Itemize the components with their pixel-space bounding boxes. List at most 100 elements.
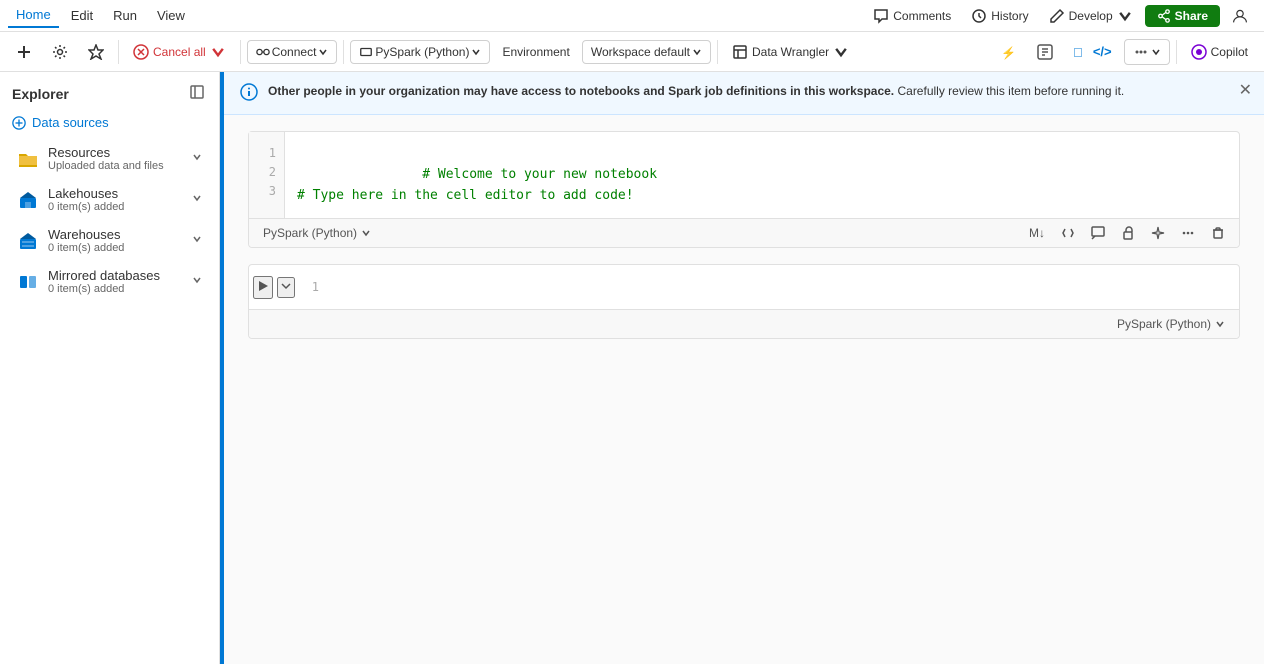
sidebar-item-resources[interactable]: Resources Uploaded data and files [4,139,215,178]
more-toolbar-button[interactable] [1124,39,1170,65]
menu-item-view[interactable]: View [149,4,193,27]
editor-area: Other people in your organization may ha… [220,72,1264,664]
resources-name: Resources [48,145,187,160]
pyspark-dropdown-button[interactable]: PySpark (Python) [350,40,490,64]
warehouses-sub: 0 item(s) added [48,242,187,254]
divider-5 [1176,40,1177,64]
cell-1-comment-btn[interactable] [1085,223,1111,243]
cell-2-toolbar: PySpark (Python) [249,309,1239,338]
menu-item-home[interactable]: Home [8,3,59,28]
expand-icon [279,279,293,293]
divider-4 [717,40,718,64]
info-banner-text: Other people in your organization may ha… [268,82,1248,100]
cell-2-run-button[interactable] [253,276,273,299]
chevron-down-dw-icon [833,44,849,60]
resources-chevron [191,151,203,166]
cell-1-md-button[interactable]: M↓ [1023,223,1051,243]
add-icon [16,44,32,60]
run-notebook-button[interactable] [1029,40,1061,64]
sparkle-icon [1151,226,1165,240]
sidebar: Explorer Data sources Resources Uploaded… [0,72,220,664]
vscode-icon:  [1073,44,1089,60]
cell-1-sparkle-btn[interactable] [1145,223,1171,243]
notebook-cell-2: 1 PySpark (Python) [248,264,1240,339]
info-banner-close-button[interactable]: ✕ [1239,80,1252,100]
resources-sub: Uploaded data and files [48,160,187,172]
warehouses-name: Warehouses [48,227,187,242]
spark-button[interactable] [80,40,112,64]
connect-icon [256,45,270,59]
sidebar-title: Explorer [12,86,69,102]
menu-item-run[interactable]: Run [105,4,145,27]
sidebar-item-mirrored[interactable]: Mirrored databases 0 item(s) added [4,262,215,301]
chevron-down-cell1-icon [361,228,371,238]
pencil-icon [1049,8,1065,24]
main-area: Explorer Data sources Resources Uploaded… [0,72,1264,664]
mirrored-chevron [191,274,203,289]
cell-1-code[interactable]: # Welcome to your new notebook # Type he… [285,132,1239,218]
cell-1-bracket-button[interactable] [1055,223,1081,243]
lakehouses-name: Lakehouses [48,186,187,201]
chevron-down-connect-icon [318,47,328,57]
toolbar: Cancel all Connect PySpark (Python) Envi… [0,32,1264,72]
profile-button[interactable] [1224,4,1256,28]
cancel-all-button[interactable]: Cancel all [125,40,234,64]
cell-1-line-numbers: 1 2 3 [249,132,285,218]
data-wrangler-button[interactable]: Data Wrangler [724,40,857,64]
workspace-dropdown-button[interactable]: Workspace default [582,40,711,64]
settings-button[interactable] [44,40,76,64]
add-data-sources-button[interactable]: Data sources [0,111,219,138]
environment-button[interactable]: Environment [494,41,577,63]
mirrored-sub: 0 item(s) added [48,283,187,295]
vscode-button[interactable]:  </> [1065,40,1120,64]
comments-button[interactable]: Comments [865,4,959,28]
more-horiz-icon [1181,226,1195,240]
connect-dropdown-button[interactable]: Connect [247,40,338,64]
history-button[interactable]: History [963,4,1036,28]
menu-item-edit[interactable]: Edit [63,4,101,27]
bracket-icon [1061,226,1075,240]
cell-2-expand-button[interactable] [277,277,295,298]
warehouse-icon [16,229,40,253]
resources-icon [16,147,40,171]
notebook-cell-1: 1 2 3 # Welcome to your new notebook # T… [248,131,1240,248]
chevron-down-pyspark-icon [471,47,481,57]
sidebar-collapse-button[interactable] [187,82,207,105]
more-icon [1133,44,1149,60]
divider-3 [343,40,344,64]
lock-icon [1121,226,1135,240]
chevron-down-icon [1117,8,1133,24]
chevron-down-cell2-icon [1215,319,1225,329]
gear-icon [52,44,68,60]
info-icon [240,83,258,104]
play-icon [255,278,271,294]
cell-1-delete-btn[interactable] [1205,223,1231,243]
collapse-icon [189,84,205,100]
add-cell-button[interactable] [8,40,40,64]
cell-2-lang-select[interactable]: PySpark (Python) [1111,314,1231,334]
plus-circle-icon [12,116,26,130]
automl-button[interactable]: ⚡ [993,40,1025,64]
mirrored-name: Mirrored databases [48,268,187,283]
chevron-down-more-icon [1151,47,1161,57]
cancel-icon [133,44,149,60]
chevron-down-small-icon [210,44,226,60]
sidebar-item-warehouses[interactable]: Warehouses 0 item(s) added [4,221,215,260]
cell-2-line-numbers: 1 [303,278,327,297]
lakehouses-sub: 0 item(s) added [48,201,187,213]
cell-1-lock-btn[interactable] [1115,223,1141,243]
history-icon [971,8,987,24]
sidebar-item-lakehouses[interactable]: Lakehouses 0 item(s) added [4,180,215,219]
cell-1-lang-select[interactable]: PySpark (Python) [257,223,377,243]
cell-1-more-btn[interactable] [1175,223,1201,243]
info-banner: Other people in your organization may ha… [224,72,1264,115]
copilot-button[interactable]: Copilot [1183,40,1256,64]
comment-icon [873,8,889,24]
share-button[interactable]: Share [1145,5,1220,27]
user-icon [1232,8,1248,24]
cell-2-run-controls [253,276,295,299]
automl-icon: ⚡ [1001,44,1017,60]
pyspark-icon [359,45,373,59]
develop-dropdown-button[interactable]: Develop [1041,4,1141,28]
svg-text:⚡: ⚡ [1001,46,1016,60]
